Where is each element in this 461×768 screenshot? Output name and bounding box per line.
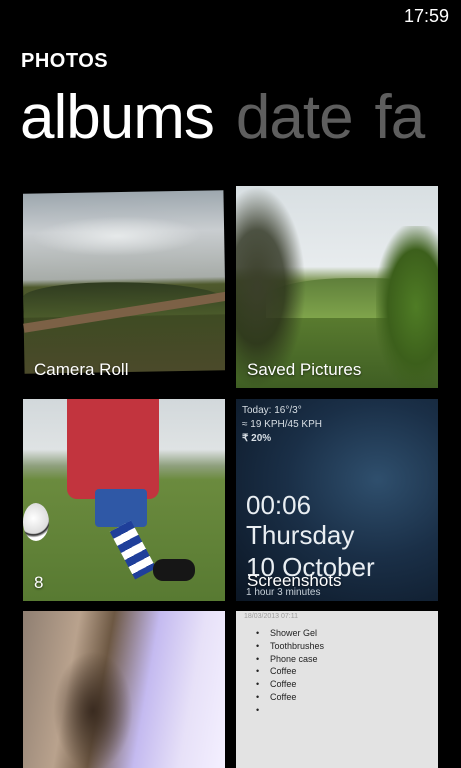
album-tile-note[interactable]: 18/03/2013 07:11 Shower Gel Toothbrushes…: [236, 611, 438, 768]
note-list: Shower Gel Toothbrushes Phone case Coffe…: [246, 627, 324, 717]
status-time: 17:59: [403, 6, 449, 26]
album-tile-saved-pictures[interactable]: Saved Pictures: [236, 186, 438, 388]
album-thumbnail: [236, 186, 438, 388]
status-bar: 17:59: [0, 0, 461, 32]
album-label: Saved Pictures: [247, 360, 362, 379]
soccer-ball-icon: [23, 503, 49, 541]
album-thumbnail: [23, 190, 225, 374]
list-item: Phone case: [246, 653, 324, 666]
preview-weather-today: Today: 16°/3°: [242, 405, 302, 416]
note-header: 18/03/2013 07:11: [244, 613, 298, 620]
list-item: Coffee: [246, 678, 324, 691]
preview-weather-wind: ≈ 19 KPH/45 KPH: [242, 419, 322, 430]
album-tile-8[interactable]: 8: [23, 399, 225, 601]
list-item: Toothbrushes: [246, 640, 324, 653]
pivot-albums[interactable]: albums: [20, 78, 215, 158]
album-tile-camera-roll[interactable]: Camera Roll: [23, 186, 225, 388]
list-item: Shower Gel: [246, 627, 324, 640]
album-tile-screenshots[interactable]: Today: 16°/3° ≈ 19 KPH/45 KPH ₹ 20% 00:0…: [236, 399, 438, 601]
pivot-favorites[interactable]: fa: [375, 78, 426, 158]
preview-weather-rain: ₹ 20%: [242, 433, 272, 444]
list-item: Coffee: [246, 665, 324, 678]
album-thumbnail: [23, 399, 225, 601]
pivot-header: albums date fa: [20, 78, 461, 158]
album-label: Screenshots: [247, 571, 342, 590]
album-thumbnail: [23, 611, 225, 768]
album-tile-photo[interactable]: [23, 611, 225, 768]
preview-day: Thursday: [246, 520, 355, 550]
pivot-date[interactable]: date: [236, 78, 354, 158]
list-item: Coffee: [246, 691, 324, 704]
preview-time: 00:06: [246, 490, 312, 520]
app-title: PHOTOS: [21, 50, 109, 72]
album-label: Camera Roll: [34, 360, 129, 379]
album-label: 8: [34, 573, 44, 592]
